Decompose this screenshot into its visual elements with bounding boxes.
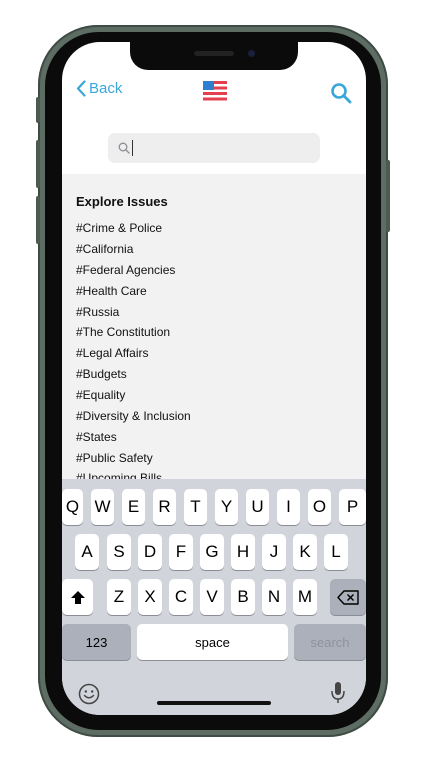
key-m[interactable]: M	[293, 579, 317, 615]
delete-key[interactable]	[330, 579, 366, 615]
key-d[interactable]: D	[138, 534, 162, 570]
key-z[interactable]: Z	[107, 579, 131, 615]
issue-link[interactable]: #California	[76, 242, 133, 256]
key-q[interactable]: Q	[62, 489, 83, 525]
key-w[interactable]: W	[91, 489, 114, 525]
side-button-left-1	[36, 97, 40, 123]
key-r[interactable]: R	[153, 489, 176, 525]
search-field[interactable]	[108, 133, 320, 163]
back-label: Back	[89, 80, 123, 97]
key-v[interactable]: V	[200, 579, 224, 615]
key-b[interactable]: B	[231, 579, 255, 615]
magnifier-icon	[118, 142, 130, 154]
home-indicator	[157, 701, 271, 705]
emoji-icon[interactable]	[78, 683, 100, 705]
side-button-left-3	[36, 196, 40, 244]
explore-section: Explore Issues #Crime & Police #Californ…	[62, 174, 366, 479]
issue-link[interactable]: #Health Care	[76, 284, 147, 298]
search-icon[interactable]	[330, 82, 352, 104]
key-t[interactable]: T	[184, 489, 207, 525]
speaker	[194, 51, 234, 56]
shift-arrow-icon	[70, 590, 85, 604]
issue-link[interactable]: #Upcoming Bills	[76, 471, 162, 479]
issue-link[interactable]: #Federal Agencies	[76, 263, 175, 277]
backspace-icon	[337, 589, 359, 605]
key-o[interactable]: O	[308, 489, 331, 525]
key-p[interactable]: P	[339, 489, 366, 525]
issue-link[interactable]: #The Constitution	[76, 325, 170, 339]
search-key[interactable]: search	[294, 624, 366, 660]
issue-link[interactable]: #Legal Affairs	[76, 346, 149, 360]
text-cursor	[132, 140, 133, 156]
notch	[130, 42, 298, 70]
key-y[interactable]: Y	[215, 489, 238, 525]
key-e[interactable]: E	[122, 489, 145, 525]
us-flag-icon	[203, 81, 227, 101]
key-a[interactable]: A	[75, 534, 99, 570]
front-camera	[248, 50, 255, 57]
key-g[interactable]: G	[200, 534, 224, 570]
key-n[interactable]: N	[262, 579, 286, 615]
issue-link[interactable]: #Equality	[76, 388, 125, 402]
key-x[interactable]: X	[138, 579, 162, 615]
issue-link[interactable]: #Russia	[76, 305, 119, 319]
issue-link[interactable]: #Diversity & Inclusion	[76, 409, 191, 423]
numbers-key[interactable]: 123	[62, 624, 131, 660]
key-j[interactable]: J	[262, 534, 286, 570]
key-c[interactable]: C	[169, 579, 193, 615]
space-key[interactable]: space	[137, 624, 288, 660]
key-k[interactable]: K	[293, 534, 317, 570]
issue-link[interactable]: #Public Safety	[76, 451, 153, 465]
issue-link[interactable]: #States	[76, 430, 117, 444]
issue-link[interactable]: #Crime & Police	[76, 221, 162, 235]
side-button-right	[386, 160, 390, 232]
key-s[interactable]: S	[107, 534, 131, 570]
key-l[interactable]: L	[324, 534, 348, 570]
key-i[interactable]: I	[277, 489, 300, 525]
side-button-left-2	[36, 140, 40, 188]
nav-bar: Back	[62, 70, 366, 114]
key-f[interactable]: F	[169, 534, 193, 570]
shift-key[interactable]	[62, 579, 93, 615]
key-h[interactable]: H	[231, 534, 255, 570]
search-input[interactable]	[137, 139, 311, 157]
key-u[interactable]: U	[246, 489, 269, 525]
keyboard: Q W E R T Y U I O P A S D F G H J K L Z …	[62, 479, 366, 715]
explore-title: Explore Issues	[76, 194, 168, 209]
issue-link[interactable]: #Budgets	[76, 367, 127, 381]
microphone-icon[interactable]	[330, 681, 346, 705]
back-button[interactable]: Back	[76, 80, 122, 97]
chevron-left-icon	[76, 80, 86, 97]
screen: Back Explore Issues #Crime & Police #Cal…	[62, 42, 366, 715]
